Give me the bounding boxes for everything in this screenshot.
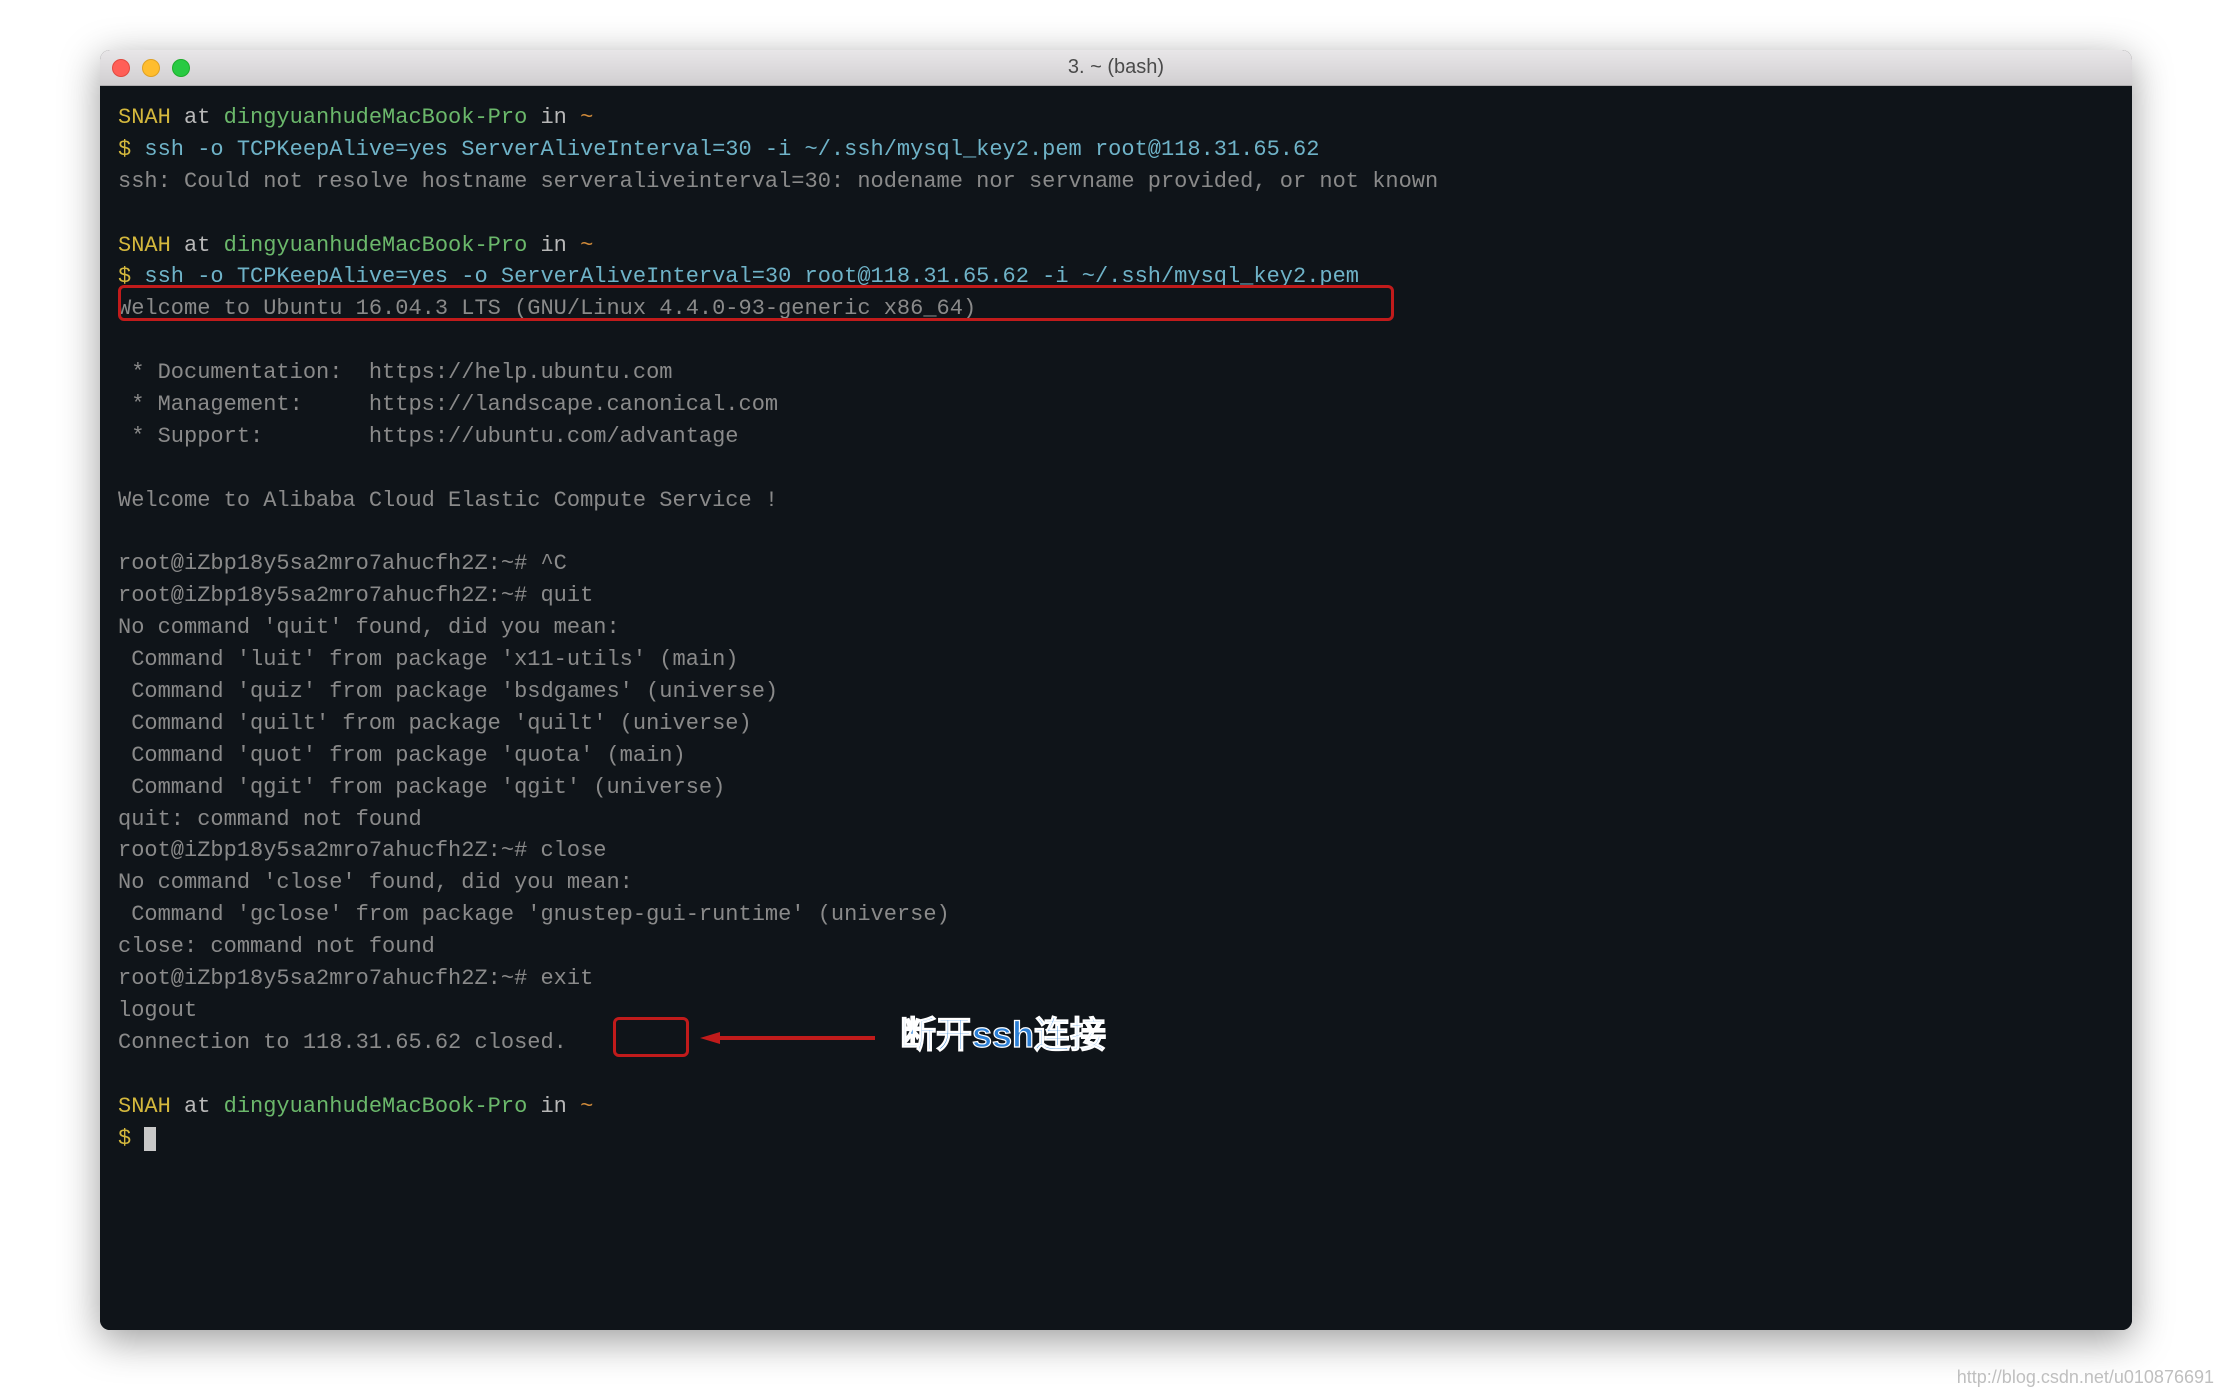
output-root-close: root@iZbp18y5sa2mro7ahucfh2Z:~# close bbox=[118, 838, 606, 863]
output-mgmt: * Management: https://landscape.canonica… bbox=[118, 392, 778, 417]
terminal-body[interactable]: SNAH at dingyuanhudeMacBook-Pro in ~ $ s… bbox=[100, 86, 2132, 1330]
minimize-window-button[interactable] bbox=[142, 59, 160, 77]
output-doc: * Documentation: https://help.ubuntu.com bbox=[118, 360, 673, 385]
output-root-ctrlc: root@iZbp18y5sa2mro7ahucfh2Z:~# ^C bbox=[118, 551, 567, 576]
prompt-in: in bbox=[527, 233, 580, 258]
prompt-user: SNAH bbox=[118, 1094, 171, 1119]
prompt-host: dingyuanhudeMacBook-Pro bbox=[224, 105, 528, 130]
traffic-lights bbox=[112, 59, 190, 77]
output-root-quit: root@iZbp18y5sa2mro7ahucfh2Z:~# quit bbox=[118, 583, 593, 608]
prompt-in: in bbox=[527, 105, 580, 130]
output-luit: Command 'luit' from package 'x11-utils' … bbox=[118, 647, 739, 672]
output-welcome-ubuntu: Welcome to Ubuntu 16.04.3 LTS (GNU/Linux… bbox=[118, 296, 976, 321]
output-gclose: Command 'gclose' from package 'gnustep-g… bbox=[118, 902, 950, 927]
output-close-notfound: close: command not found bbox=[118, 934, 435, 959]
prompt-dollar: $ bbox=[118, 1126, 144, 1151]
output-alibaba: Welcome to Alibaba Cloud Elastic Compute… bbox=[118, 488, 778, 513]
prompt-at: at bbox=[171, 105, 224, 130]
close-window-button[interactable] bbox=[112, 59, 130, 77]
prompt-at: at bbox=[171, 233, 224, 258]
output-quilt: Command 'quilt' from package 'quilt' (un… bbox=[118, 711, 752, 736]
prompt-dollar: $ bbox=[118, 264, 144, 289]
command-2: ssh -o TCPKeepAlive=yes -o ServerAliveIn… bbox=[144, 264, 1359, 289]
prompt-in: in bbox=[527, 1094, 580, 1119]
cursor bbox=[144, 1127, 156, 1151]
output-root-exit: root@iZbp18y5sa2mro7ahucfh2Z:~# exit bbox=[118, 966, 593, 991]
prompt-host: dingyuanhudeMacBook-Pro bbox=[224, 233, 528, 258]
output-quot: Command 'quot' from package 'quota' (mai… bbox=[118, 743, 686, 768]
maximize-window-button[interactable] bbox=[172, 59, 190, 77]
prompt-host: dingyuanhudeMacBook-Pro bbox=[224, 1094, 528, 1119]
prompt-at: at bbox=[171, 1094, 224, 1119]
prompt-dollar: $ bbox=[118, 137, 144, 162]
output-quiz: Command 'quiz' from package 'bsdgames' (… bbox=[118, 679, 778, 704]
prompt-path: ~ bbox=[580, 233, 593, 258]
command-1: ssh -o TCPKeepAlive=yes ServerAliveInter… bbox=[144, 137, 1319, 162]
output-connection-closed: Connection to 118.31.65.62 closed. bbox=[118, 1030, 567, 1055]
titlebar[interactable]: 3. ~ (bash) bbox=[100, 50, 2132, 86]
window-title: 3. ~ (bash) bbox=[100, 56, 2132, 79]
prompt-user: SNAH bbox=[118, 105, 171, 130]
output-logout: logout bbox=[118, 998, 197, 1023]
prompt-user: SNAH bbox=[118, 233, 171, 258]
prompt-path: ~ bbox=[580, 105, 593, 130]
output-quit-notfound: quit: command not found bbox=[118, 807, 422, 832]
output-qgit: Command 'qgit' from package 'qgit' (univ… bbox=[118, 775, 725, 800]
watermark: http://blog.csdn.net/u010876691 bbox=[1957, 1367, 2214, 1388]
output-ssh-error: ssh: Could not resolve hostname serveral… bbox=[118, 169, 1438, 194]
output-no-quit: No command 'quit' found, did you mean: bbox=[118, 615, 620, 640]
prompt-path: ~ bbox=[580, 1094, 593, 1119]
output-support: * Support: https://ubuntu.com/advantage bbox=[118, 424, 739, 449]
output-no-close: No command 'close' found, did you mean: bbox=[118, 870, 633, 895]
terminal-window: 3. ~ (bash) SNAH at dingyuanhudeMacBook-… bbox=[100, 50, 2132, 1330]
